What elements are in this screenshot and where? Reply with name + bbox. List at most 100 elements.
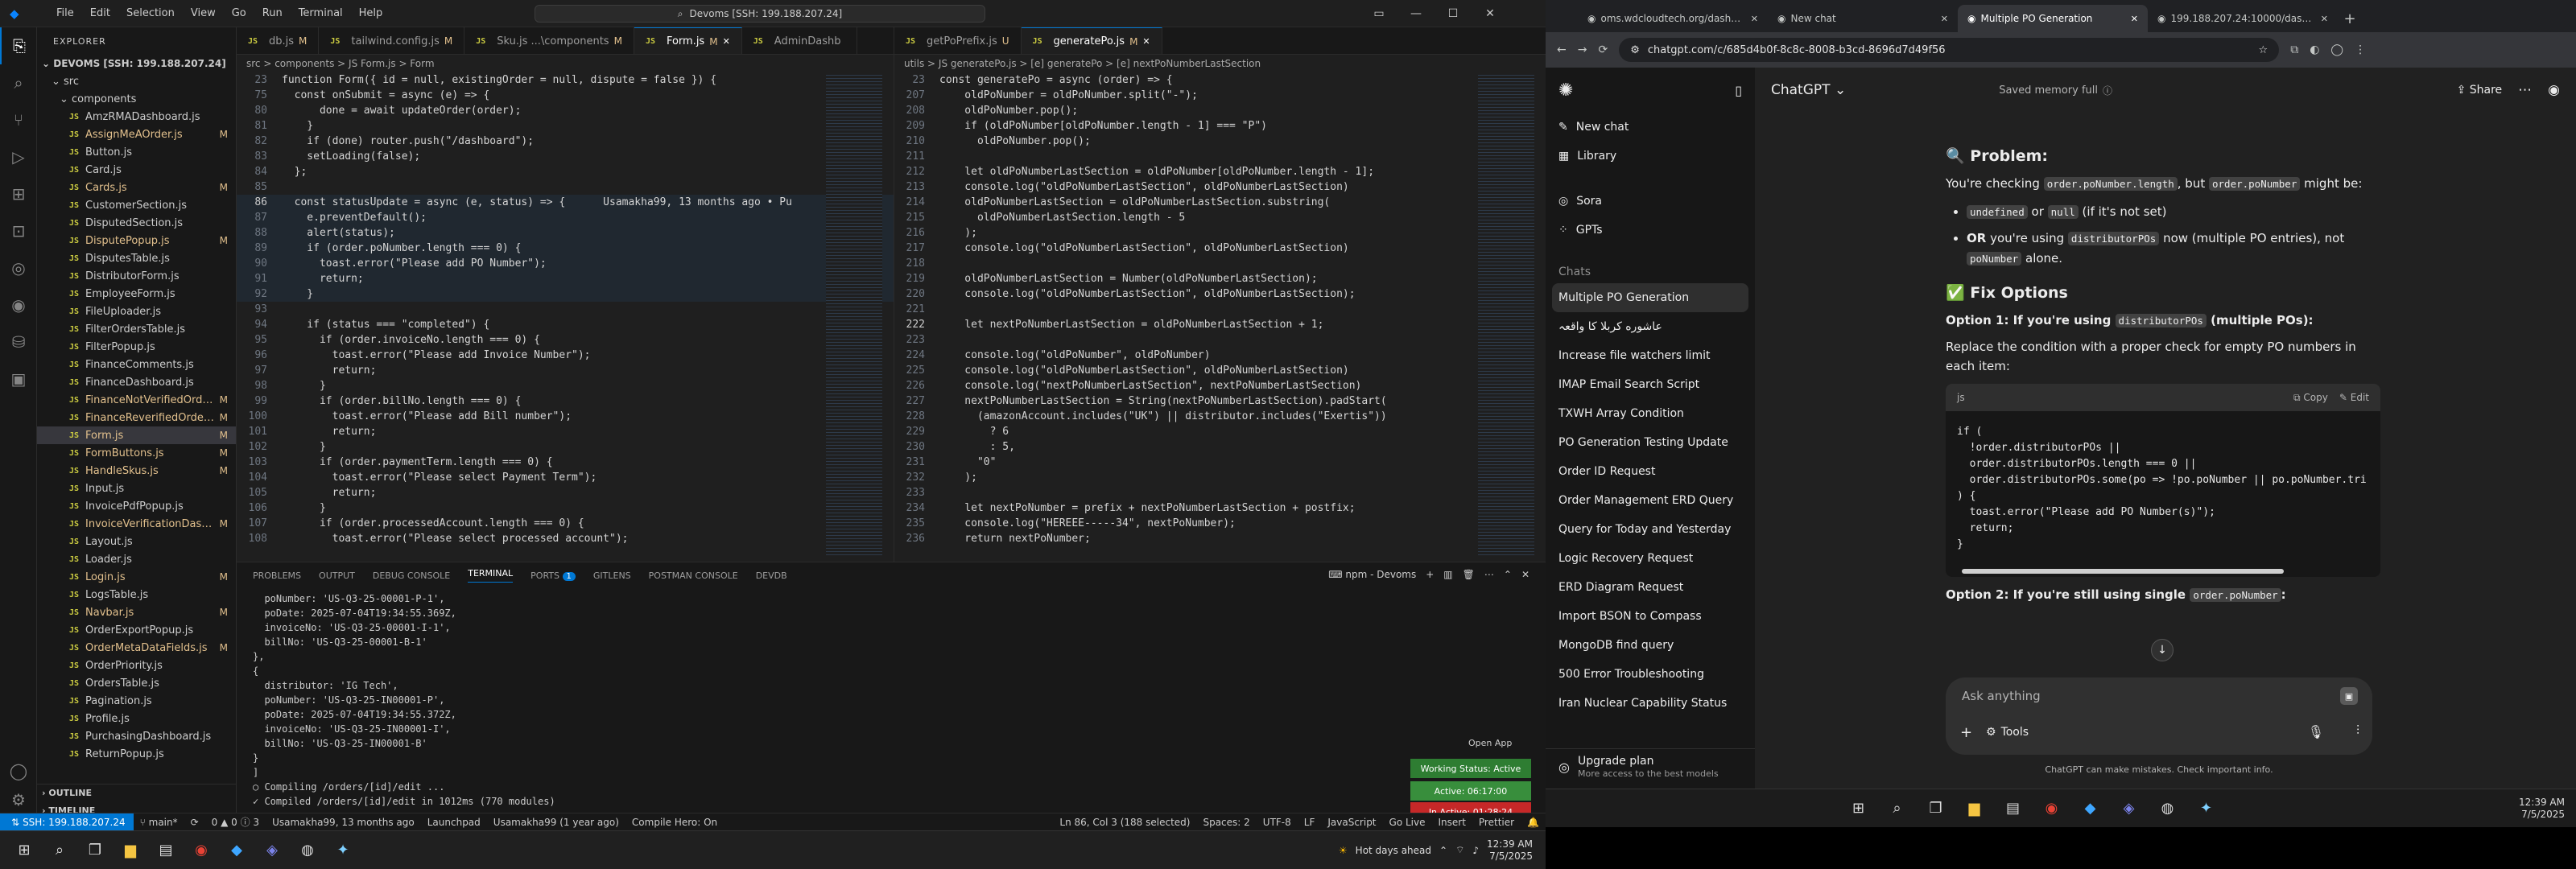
file-item[interactable]: JS Login.js M: [37, 568, 236, 586]
start-icon[interactable]: ⊞: [1841, 791, 1876, 826]
more-icon[interactable]: ⋯: [1484, 569, 1494, 580]
file-item[interactable]: JS OrderPriority.js: [37, 657, 236, 674]
back-icon[interactable]: ←: [1557, 43, 1567, 56]
chrome-menu-icon[interactable]: ⋮: [2355, 43, 2366, 56]
settings-gear-icon[interactable]: ⚙: [0, 790, 37, 809]
menu-item[interactable]: Selection: [126, 7, 175, 19]
edit-button[interactable]: ✎ Edit: [2339, 388, 2369, 407]
file-item[interactable]: JS Cards.js M: [37, 179, 236, 196]
address-bar[interactable]: ⚙ chatgpt.com/c/685d4b0f-8c8c-8008-b3cd-8…: [1619, 38, 2280, 62]
folder-src[interactable]: ⌄ src: [37, 72, 236, 90]
indentation[interactable]: Spaces: 2: [1196, 817, 1256, 828]
git-blame-author[interactable]: Usamakha99 (1 year ago): [487, 817, 625, 828]
vscode-taskbar-icon[interactable]: ◆: [2073, 791, 2108, 826]
chat-history-item[interactable]: Import BSON to Compass: [1546, 602, 1755, 631]
file-item[interactable]: JS Card.js: [37, 161, 236, 179]
terminal-selector[interactable]: ⌨ npm - Devoms: [1328, 569, 1416, 580]
file-item[interactable]: JS Button.js: [37, 143, 236, 161]
task-view-icon[interactable]: ❐: [77, 833, 113, 868]
library-button[interactable]: ▦ Library: [1546, 142, 1755, 171]
extensions-icon[interactable]: ⊞: [0, 175, 37, 212]
file-item[interactable]: JS FilterPopup.js: [37, 338, 236, 356]
clock[interactable]: 12:39 AM 7/5/2025: [1487, 838, 1533, 863]
panel-tab[interactable]: PORTS 1: [530, 570, 576, 581]
minimize-button[interactable]: —: [1397, 0, 1435, 27]
compile-hero-toggle[interactable]: Compile Hero: On: [625, 817, 724, 828]
branch-indicator[interactable]: ⑂ main*: [134, 817, 184, 828]
file-item[interactable]: JS CustomerSection.js: [37, 196, 236, 214]
file-item[interactable]: JS InvoiceVerificationDashbo... M: [37, 515, 236, 533]
tools-button[interactable]: ⚙ Tools: [1986, 726, 2029, 739]
editor-tab[interactable]: JS db.js M: [237, 27, 320, 54]
weather-widget[interactable]: Hot days ahead: [1356, 845, 1431, 856]
browser-tab[interactable]: ◉ 199.188.207.24:10000/dashbo... ✕: [2148, 5, 2338, 32]
app-icon[interactable]: ◈: [2112, 791, 2147, 826]
memory-status[interactable]: Saved memory full: [1999, 84, 2098, 97]
file-item[interactable]: JS PurchasingDashboard.js: [37, 727, 236, 745]
browser-tab[interactable]: ◉ oms.wdcloudtech.org/dashboard ✕: [1578, 5, 1768, 32]
close-tab-icon[interactable]: ✕: [1751, 14, 1758, 24]
task-view-icon[interactable]: ❐: [1918, 791, 1954, 826]
panel-tab[interactable]: OUTPUT: [319, 570, 355, 581]
file-item[interactable]: JS AssignMeAOrder.js M: [37, 126, 236, 143]
close-tab-icon[interactable]: ✕: [2321, 14, 2328, 24]
minimap[interactable]: [1478, 72, 1534, 555]
trash-icon[interactable]: 🗑: [1463, 569, 1475, 580]
file-item[interactable]: JS InvoicePdfPopup.js: [37, 497, 236, 515]
file-item[interactable]: JS OrderExportPopup.js: [37, 621, 236, 639]
end-of-line[interactable]: LF: [1298, 817, 1322, 828]
search-icon[interactable]: ⌕: [42, 833, 77, 868]
language-mode[interactable]: JavaScript: [1321, 817, 1382, 828]
gitlens-icon[interactable]: ◎: [0, 249, 37, 286]
problems-indicator[interactable]: 0 ▲ 0 ⓘ 3: [205, 815, 266, 829]
chat-history-item[interactable]: Iran Nuclear Capability Status: [1546, 689, 1755, 718]
editor-tab[interactable]: JS generatePo.js M ✕: [1021, 27, 1162, 54]
close-tab-icon[interactable]: ✕: [2131, 14, 2138, 24]
github-icon[interactable]: ◍: [2150, 791, 2186, 826]
sync-icon[interactable]: ⟳: [184, 817, 205, 828]
layout-icon[interactable]: ▭: [1360, 0, 1397, 27]
more-options-icon[interactable]: ⋯: [2518, 82, 2532, 98]
file-item[interactable]: JS DisputePopup.js M: [37, 232, 236, 249]
chrome-icon[interactable]: ◉: [2034, 791, 2070, 826]
github-icon[interactable]: ◍: [290, 833, 325, 868]
explorer-icon[interactable]: ⎘: [0, 27, 37, 64]
chat-history-item[interactable]: Order Management ERD Query: [1546, 486, 1755, 515]
database-icon[interactable]: ⛁: [0, 323, 37, 360]
file-item[interactable]: JS FilterOrdersTable.js: [37, 320, 236, 338]
forward-icon[interactable]: →: [1578, 43, 1587, 56]
code-view-form-js[interactable]: 23 function Form({ id = null, existingOrd…: [237, 72, 894, 562]
command-center-search[interactable]: ⌕ Devoms [SSH: 199.188.207.24]: [535, 5, 985, 23]
panel-tab[interactable]: DEBUG CONSOLE: [373, 570, 450, 581]
encoding[interactable]: UTF-8: [1257, 817, 1298, 828]
file-item[interactable]: JS Layout.js: [37, 533, 236, 550]
chat-history-item[interactable]: Increase file watchers limit: [1546, 341, 1755, 370]
prettier-status[interactable]: Prettier: [1472, 817, 1521, 828]
remote-indicator[interactable]: ⇅ SSH: 199.188.207.24: [0, 813, 134, 831]
docker-icon[interactable]: ▣: [0, 360, 37, 397]
folder-components[interactable]: ⌄ components: [37, 90, 236, 108]
file-item[interactable]: JS FileUploader.js: [37, 303, 236, 320]
chat-history-item[interactable]: TXWH Array Condition: [1546, 399, 1755, 428]
tray-up-icon[interactable]: ⌃: [1439, 845, 1447, 856]
add-terminal-icon[interactable]: +: [1426, 569, 1434, 580]
close-tab-icon[interactable]: ✕: [723, 36, 730, 47]
chat-history-item[interactable]: 500 Error Troubleshooting: [1546, 660, 1755, 689]
panel-tab[interactable]: DEVDB: [756, 570, 787, 581]
network-icon[interactable]: ⌔: [1455, 844, 1464, 856]
editor-tab[interactable]: JS getPoPrefix.js U: [894, 27, 1022, 54]
message-input[interactable]: Ask anything: [1962, 689, 2041, 703]
reload-icon[interactable]: ⟳: [1598, 43, 1608, 56]
add-attachment-icon[interactable]: +: [1960, 724, 1972, 741]
close-tab-icon[interactable]: ✕: [1142, 36, 1150, 47]
panel-tab[interactable]: POSTMAN CONSOLE: [649, 570, 738, 581]
file-item[interactable]: JS LogsTable.js: [37, 586, 236, 603]
menu-item[interactable]: Edit: [90, 7, 110, 19]
file-explorer-icon[interactable]: ▆: [113, 833, 148, 868]
horizontal-scrollbar[interactable]: [1946, 566, 2380, 577]
chat-history-item[interactable]: Query for Today and Yesterday: [1546, 515, 1755, 544]
file-item[interactable]: JS FormButtons.js M: [37, 444, 236, 462]
extension-helper-icon[interactable]: ▣: [2340, 687, 2358, 705]
menu-item[interactable]: Help: [359, 7, 383, 19]
model-selector[interactable]: ChatGPT ⌄: [1771, 82, 1846, 98]
